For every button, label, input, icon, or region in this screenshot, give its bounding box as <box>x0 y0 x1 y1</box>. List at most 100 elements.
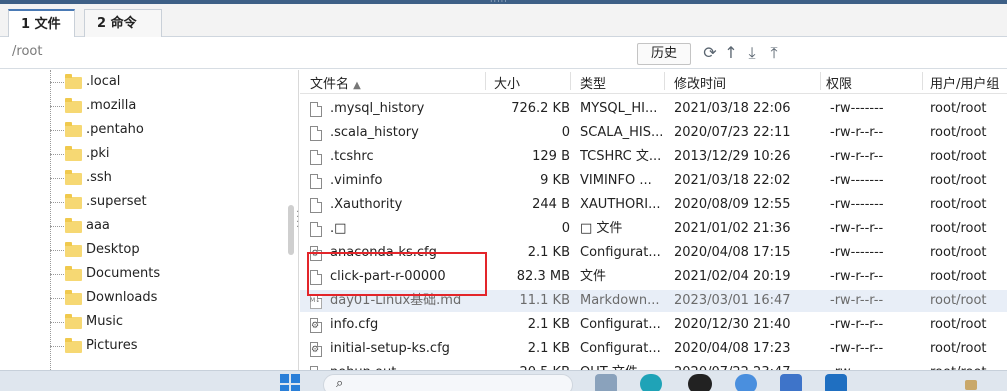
file-owner: root/root <box>930 173 987 188</box>
file-name: nohup.out <box>330 362 490 370</box>
taskbar-search[interactable]: ⌕ <box>323 374 573 391</box>
file-row[interactable]: .tcshrc 129 B TCSHRC 文... 2013/12/29 10:26 -… <box>300 146 1007 168</box>
file-row[interactable]: nohup.out20.5 KB OUT 文件2020/07/22 23:47 -r… <box>300 362 1007 370</box>
tab-files[interactable]: 1 文件 <box>8 9 75 38</box>
tree-item-label: aaa <box>86 218 110 233</box>
file-mtime: 2020/07/23 22:11 <box>674 125 791 140</box>
file-icon <box>310 126 322 141</box>
highlight-box <box>307 252 487 296</box>
tree-item-label: .local <box>86 74 121 89</box>
file-name: .scala_history <box>330 125 419 140</box>
tab-commands[interactable]: 2 命令 <box>84 9 162 37</box>
tree-item-label: .pentaho <box>86 122 144 137</box>
file-permissions: -rw-r--r-- <box>830 149 884 164</box>
file-mtime: 2020/04/08 17:15 <box>674 245 791 260</box>
file-icon <box>310 150 322 165</box>
file-name: initial-setup-ks.cfg <box>330 341 450 356</box>
file-row[interactable]: .Xauthority 244 B XAUTHORI... 2020/08/09 12… <box>300 194 1007 216</box>
file-size: 0 <box>561 221 570 236</box>
download-icon[interactable]: ⤓ <box>742 42 762 64</box>
file-name: info.cfg <box>330 317 379 332</box>
file-mtime: 2020/08/09 12:55 <box>674 197 791 212</box>
start-button[interactable] <box>280 374 302 391</box>
pane-splitter[interactable]: · · · · <box>296 208 299 233</box>
tree-item-label: Downloads <box>86 290 158 305</box>
file-type: Configurat... <box>580 245 661 260</box>
folder-icon <box>65 338 82 353</box>
column-separator[interactable] <box>664 72 665 90</box>
tree-item-label: .mozilla <box>86 98 137 113</box>
tree-item-label: Desktop <box>86 242 140 257</box>
markdown-file-icon <box>310 290 322 312</box>
task-view-icon[interactable] <box>595 374 617 391</box>
column-separator[interactable] <box>922 72 923 90</box>
windows-logo-icon <box>280 374 289 383</box>
file-mtime: 2013/12/29 10:26 <box>674 149 791 164</box>
file-mtime: 2020/12/30 21:40 <box>674 317 791 332</box>
file-row[interactable]: .mysql_history 726.2 KB MYSQL_HI... 2021/03… <box>300 98 1007 120</box>
path-input[interactable]: /root <box>12 44 42 59</box>
file-name: .Xauthority <box>330 197 403 212</box>
file-type: TCSHRC 文... <box>580 149 662 164</box>
folder-icon <box>65 242 82 257</box>
file-type: 文件 <box>580 269 607 284</box>
file-permissions: -rw-r--r-- <box>830 269 884 284</box>
file-row[interactable]: initial-setup-ks.cfg 2.1 KB Configurat... 2… <box>300 338 1007 361</box>
file-owner: root/root <box>930 317 987 332</box>
file-type: Configurat... <box>580 317 661 332</box>
file-size: 0 <box>561 125 570 140</box>
file-size: 726.2 KB <box>511 101 570 116</box>
column-separator[interactable] <box>570 72 571 90</box>
edge-browser-icon[interactable] <box>640 374 662 391</box>
file-row[interactable]: .scala_history 0 SCALA_HIS... 2020/07/23 22… <box>300 122 1007 144</box>
file-row[interactable]: .viminfo 9 KB VIMINFO ... 2021/03/18 22:02 -… <box>300 170 1007 192</box>
file-permissions: -rw-r--r-- <box>830 317 884 332</box>
tree-branch-line <box>50 202 64 203</box>
folder-icon <box>65 170 82 185</box>
file-size: 9 KB <box>540 173 570 188</box>
column-separator[interactable] <box>485 72 486 90</box>
app-icon[interactable] <box>735 374 757 391</box>
tree-branch-line <box>50 322 64 323</box>
config-file-icon <box>310 339 322 361</box>
file-name: .mysql_history <box>330 101 425 116</box>
file-owner: root/root <box>930 149 987 164</box>
tree-branch-line <box>50 298 64 299</box>
file-permissions: -rw------- <box>830 101 884 116</box>
file-icon <box>310 102 322 117</box>
tree-item-label: Documents <box>86 266 161 281</box>
up-dir-icon[interactable]: ↑ <box>721 42 741 64</box>
file-mtime: 2020/07/22 23:47 <box>674 362 814 370</box>
file-type: XAUTHORI... <box>580 197 661 212</box>
file-size: 82.3 MB <box>516 269 570 284</box>
file-type: □ 文件 <box>580 221 623 236</box>
file-type: MYSQL_HI... <box>580 101 658 116</box>
file-owner: root/root <box>930 197 987 212</box>
app-icon[interactable] <box>688 374 712 391</box>
tree-scrollbar[interactable] <box>288 205 294 255</box>
folder-icon <box>65 266 82 281</box>
column-separator[interactable] <box>820 72 821 90</box>
file-permissions: -rw------- <box>830 197 884 212</box>
refresh-icon[interactable]: ⟳ <box>700 42 720 64</box>
tray-icon[interactable] <box>965 380 977 390</box>
upload-icon[interactable]: ⤒ <box>764 42 784 64</box>
file-owner: root/root <box>930 269 987 284</box>
partial-row <box>300 89 1007 94</box>
file-row[interactable]: .□ 0 □ 文件 2021/01/02 21:36 -rw-r--r-- root/ro… <box>300 218 1007 240</box>
file-owner: root/root <box>930 362 1007 370</box>
directory-tree[interactable]: .local .mozilla .pentaho .pki .ssh .superset a… <box>0 70 299 370</box>
app-icon[interactable] <box>825 374 847 391</box>
file-permissions: -rw-r--r-- <box>830 341 884 356</box>
file-mtime: 2021/01/02 21:36 <box>674 221 791 236</box>
history-button[interactable]: 历史 <box>637 43 691 65</box>
windows-logo-icon <box>291 385 300 391</box>
app-icon[interactable] <box>780 374 802 391</box>
tree-branch-line <box>50 106 64 107</box>
file-name: .□ <box>330 221 347 236</box>
file-size: 244 B <box>532 197 570 212</box>
file-type: Markdown... <box>580 293 660 308</box>
file-size: 129 B <box>532 149 570 164</box>
folder-icon <box>65 122 82 137</box>
file-row[interactable]: info.cfg 2.1 KB Configurat... 2020/12/30 21… <box>300 314 1007 337</box>
